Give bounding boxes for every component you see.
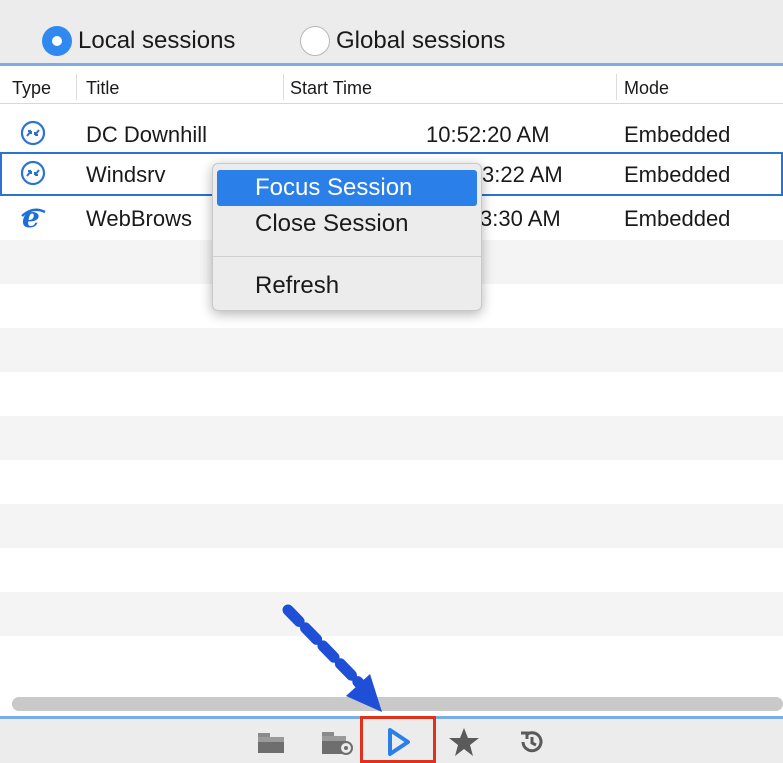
column-divider[interactable] [616,74,617,100]
empty-row [0,504,783,548]
column-header-mode[interactable]: Mode [624,78,669,99]
session-mode: Embedded [624,122,731,147]
session-title: DC Downhill [86,122,208,147]
empty-row [0,372,783,416]
menu-item-focus-session[interactable]: Focus Session [217,170,477,206]
session-scope-bar: Local sessions Global sessions [0,0,783,66]
radio-selected-icon [42,26,72,56]
session-title: WebBrows [86,206,192,231]
local-sessions-label: Local sessions [78,27,236,54]
column-header-start-time[interactable]: Start Time [290,78,372,99]
folder-settings-icon[interactable] [320,724,354,760]
column-divider[interactable] [283,74,284,100]
table-row[interactable]: DC Downhill 10:52:20 AM Embedded [0,112,783,156]
remote-desktop-icon [20,120,46,146]
annotation-highlight-box [360,716,436,763]
session-mode: Embedded [624,206,731,231]
menu-item-close-session[interactable]: Close Session [217,206,477,242]
session-start-time: 3:22 AM [482,162,563,187]
local-sessions-radio[interactable]: Local sessions [42,26,235,56]
remote-desktop-icon [20,160,46,186]
empty-row [0,548,783,592]
session-context-menu: Focus Session Close Session Refresh [212,163,482,311]
column-divider[interactable] [76,74,77,100]
menu-item-refresh[interactable]: Refresh [217,268,477,304]
star-icon[interactable] [446,724,482,760]
annotation-arrow-icon [282,604,382,712]
folder-icon[interactable] [256,724,286,760]
empty-row [0,460,783,504]
table-header: Type Title Start Time Mode [0,70,783,104]
empty-row [0,416,783,460]
session-start-time: 3:30 AM [480,206,561,231]
svg-text:e: e [22,204,40,230]
internet-explorer-icon: e [21,204,46,230]
global-sessions-radio[interactable]: Global sessions [300,26,505,56]
menu-separator [213,256,481,257]
session-start-time: 10:52:20 AM [426,122,550,147]
radio-unselected-icon [300,26,330,56]
session-title: Windsrv [86,162,166,187]
column-header-title[interactable]: Title [86,78,119,99]
session-mode: Embedded [624,162,731,187]
global-sessions-label: Global sessions [336,27,506,54]
history-icon[interactable] [514,724,550,760]
empty-row [0,328,783,372]
column-header-type[interactable]: Type [12,78,51,99]
